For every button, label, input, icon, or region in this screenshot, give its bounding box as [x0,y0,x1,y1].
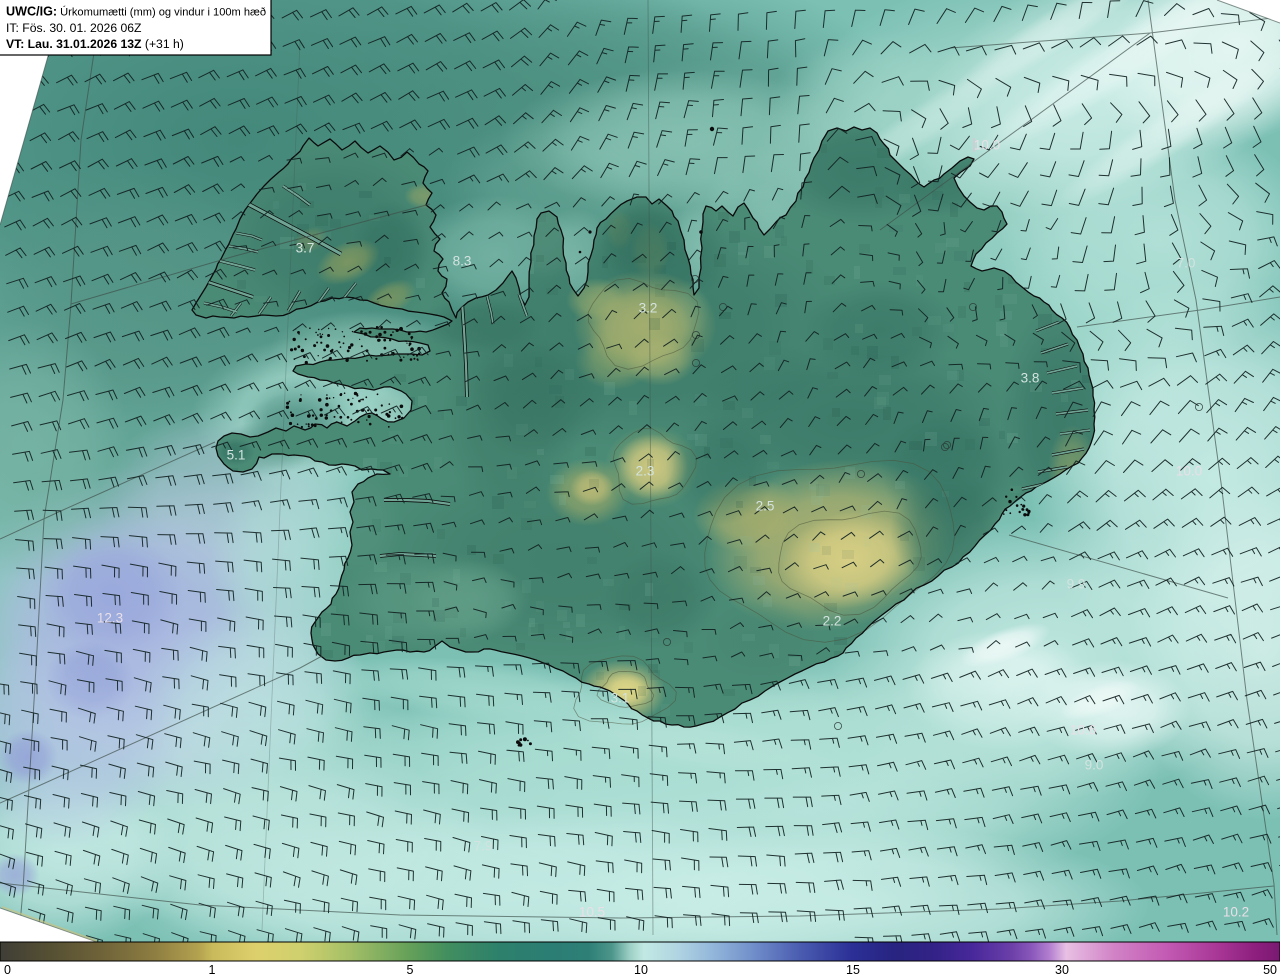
svg-text:IT: Fös. 30. 01. 2026 06Z: IT: Fös. 30. 01. 2026 06Z [6,21,142,35]
svg-text:9.0: 9.0 [1085,758,1104,773]
svg-text:10.6: 10.6 [1070,723,1096,738]
svg-text:50: 50 [1263,963,1277,977]
svg-text:5: 5 [407,963,414,977]
svg-text:3.2: 3.2 [639,301,658,316]
svg-text:2.2: 2.2 [823,614,842,629]
svg-text:10.2: 10.2 [1223,905,1249,920]
svg-text:0: 0 [4,963,11,977]
svg-text:12.3: 12.3 [97,611,123,626]
svg-text:10: 10 [634,963,648,977]
svg-text:1: 1 [209,963,216,977]
svg-text:8.3: 8.3 [453,254,472,269]
svg-text:10.0: 10.0 [1176,464,1202,479]
svg-text:10.0: 10.0 [974,138,1000,153]
svg-text:15: 15 [846,963,860,977]
svg-text:3.7: 3.7 [296,241,315,256]
svg-text:7.0: 7.0 [1177,256,1196,271]
svg-text:2.5: 2.5 [756,499,775,514]
svg-text:3.1: 3.1 [611,691,630,706]
svg-text:UWC/IG: Úrkomumætti (mm) og vi: UWC/IG: Úrkomumætti (mm) og vindur i 100… [6,5,266,19]
svg-text:10.5: 10.5 [579,905,605,920]
svg-text:5.1: 5.1 [227,448,246,463]
svg-text:VT: Lau. 31.01.2026 13Z (+31 h: VT: Lau. 31.01.2026 13Z (+31 h) [6,37,184,51]
svg-text:3.8: 3.8 [1021,371,1040,386]
svg-text:2.3: 2.3 [636,464,655,479]
svg-text:9.9: 9.9 [1067,577,1086,592]
svg-text:7.9: 7.9 [474,839,493,854]
svg-text:30: 30 [1055,963,1069,977]
